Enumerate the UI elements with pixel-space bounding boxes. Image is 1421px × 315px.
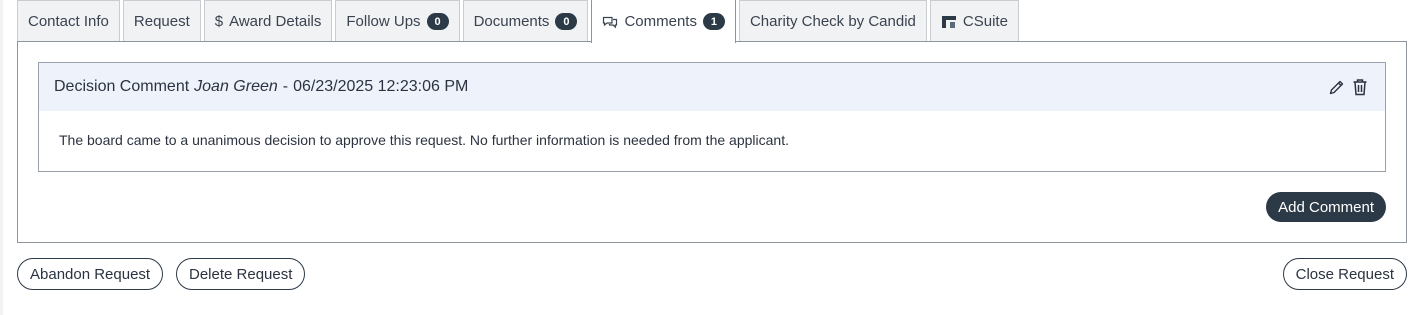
tab-bar: Contact Info Request $ Award Details Fol… <box>17 0 1019 43</box>
trash-icon[interactable] <box>1350 77 1370 97</box>
abandon-request-button[interactable]: Abandon Request <box>17 258 164 290</box>
add-comment-button[interactable]: Add Comment <box>1266 192 1386 222</box>
tab-label: Award Details <box>229 13 322 30</box>
tab-contact-info[interactable]: Contact Info <box>17 0 120 42</box>
tab-label: Comments <box>624 13 697 30</box>
tab-award-details[interactable]: $ Award Details <box>203 0 333 42</box>
comment-body: The board came to a unanimous decision t… <box>59 132 789 148</box>
csuite-logo-icon <box>941 14 957 30</box>
tab-label: Follow Ups <box>346 13 421 30</box>
dollar-icon: $ <box>214 13 224 30</box>
comment-card: Decision Comment Joan Green - 06/23/2025… <box>38 62 1386 172</box>
comment-timestamp: 06/23/2025 12:23:06 PM <box>293 78 469 95</box>
tab-request[interactable]: Request <box>122 0 201 42</box>
pencil-icon[interactable] <box>1326 77 1346 97</box>
delete-request-button[interactable]: Delete Request <box>176 258 306 290</box>
tab-label: Charity Check by Candid <box>749 13 916 30</box>
tab-label: CSuite <box>962 13 1008 30</box>
comment-title: Decision Comment <box>54 78 190 95</box>
page-edge <box>0 0 3 315</box>
count-badge: 0 <box>555 13 578 30</box>
comment-separator: - <box>282 78 289 95</box>
tab-label: Request <box>133 13 190 30</box>
comments-panel: Decision Comment Joan Green - 06/23/2025… <box>17 41 1407 243</box>
count-badge: 1 <box>702 13 725 30</box>
comment-header: Decision Comment Joan Green - 06/23/2025… <box>39 63 1385 111</box>
comment-author: Joan Green <box>194 78 278 95</box>
close-request-button[interactable]: Close Request <box>1282 258 1407 290</box>
tab-follow-ups[interactable]: Follow Ups 0 <box>335 0 460 42</box>
tab-csuite[interactable]: CSuite <box>929 0 1019 42</box>
count-badge: 0 <box>426 13 449 30</box>
tab-label: Contact Info <box>28 13 109 30</box>
comment-actions <box>1326 77 1370 97</box>
tab-comments[interactable]: Comments 1 <box>591 0 736 43</box>
comments-icon <box>602 15 618 29</box>
tab-label: Documents <box>473 13 550 30</box>
tab-charity-check[interactable]: Charity Check by Candid <box>738 0 927 42</box>
tab-documents[interactable]: Documents 0 <box>462 0 589 42</box>
